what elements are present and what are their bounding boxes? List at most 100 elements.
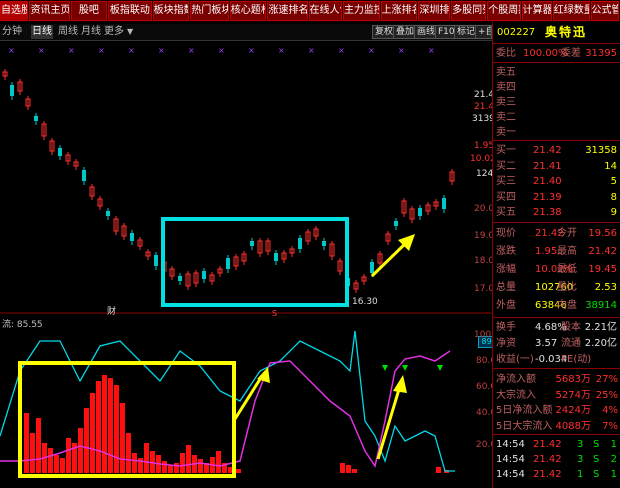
marker-x: × (338, 46, 345, 55)
nav-button[interactable]: 深圳排名 (418, 1, 451, 21)
flow-pct: 4% (602, 405, 618, 416)
nav-button[interactable]: 板块指数 (152, 1, 190, 21)
nav-button[interactable]: 多股同列 (451, 1, 487, 21)
volume-bar (144, 443, 149, 473)
stat-value: 1.95 (535, 246, 558, 257)
volume-bar (48, 448, 53, 473)
flow-label: 5日大宗流入 (496, 420, 553, 432)
nav-button[interactable]: 股吧 (70, 1, 108, 21)
volume-bar (30, 433, 35, 473)
volume-bar (90, 393, 95, 473)
volume-bar (96, 381, 101, 473)
stat-value: 3.57 (535, 338, 558, 349)
tick-side: S (593, 454, 600, 465)
stat-label: 最高 (557, 246, 577, 257)
volume-bar (236, 469, 241, 473)
marker-x: × (128, 46, 135, 55)
candle (34, 116, 38, 121)
stock-code: 002227 (497, 27, 536, 38)
sell-level-label: 卖二 (496, 112, 516, 123)
flow-value: 5683万 (555, 374, 591, 385)
period-minute[interactable]: 分钟 (2, 25, 22, 39)
volume-bar (66, 438, 71, 473)
nav-button[interactable]: 核心题材 (229, 1, 267, 21)
nav-button[interactable]: 公式管理 (590, 1, 619, 21)
buy-volume: 8 (610, 191, 617, 203)
tick-time: 14:54 (496, 469, 525, 480)
stock-name: 奥特迅 (545, 25, 588, 39)
tick-count: 1 (610, 469, 617, 480)
marker-x: × (308, 46, 315, 55)
nav-button[interactable]: 板指联动 (108, 1, 152, 21)
nav-button[interactable]: 资讯主页 (29, 1, 70, 21)
buy-level-label: 买三 (496, 176, 516, 187)
buy-level-label: 买五 (496, 207, 516, 218)
stat-label: 涨跌 (496, 246, 516, 257)
trend-arrow-lower (376, 375, 407, 460)
tick-side: S (593, 469, 600, 480)
tick-count: 1 (610, 439, 617, 450)
period-more-dropdown-icon[interactable]: ▼ (127, 25, 133, 39)
volume-bar (60, 458, 65, 473)
period-weekly[interactable]: 周线 (58, 25, 78, 39)
main-chart[interactable]: × × × × × × × × × × × × × × × 16.30 财 S 流: 85.55 (0, 41, 492, 488)
stat-label: 最低 (557, 264, 577, 275)
volume-bar (216, 451, 221, 473)
period-more[interactable]: 更多 (104, 25, 124, 39)
volume-bar (84, 408, 89, 473)
candle (418, 208, 422, 216)
sell-level-label: 卖一 (496, 127, 516, 138)
buy-price: 21.38 (533, 207, 562, 218)
candle (274, 253, 278, 261)
indicator-title: 流: 85.55 (2, 318, 43, 330)
weibi-label: 委比 (496, 48, 516, 59)
indicator-panel (0, 330, 455, 473)
low-price-label: 16.30 (352, 297, 378, 307)
nav-button[interactable]: 热门板块 (190, 1, 229, 21)
volume-bar (352, 469, 357, 473)
candlestick-series: × × × × × × × × × × × × × × × (2, 46, 455, 293)
stat-label: 股本 (561, 322, 581, 333)
stat-label: 量比 (557, 282, 577, 293)
tick-volume: 3 (577, 439, 584, 450)
volume-bar (36, 418, 41, 473)
stat-label: 外盘 (496, 300, 516, 311)
nav-button[interactable]: 主力监控 (342, 1, 380, 21)
flow-value: 5274万 (555, 389, 591, 401)
nav-button[interactable]: 红绿数量 (552, 1, 590, 21)
stat-value: 38914 (585, 300, 617, 311)
stat-value: 2.21亿 (584, 322, 617, 333)
nav-button[interactable]: 上涨排名 (380, 1, 418, 21)
flow-value: 4088万 (555, 420, 591, 432)
nav-button[interactable]: 自选股 (0, 1, 29, 21)
candle (226, 258, 230, 269)
volume-bar (346, 465, 351, 473)
marker-x: × (398, 46, 405, 55)
flow-pct: 25% (595, 389, 618, 401)
marker-x: × (248, 46, 255, 55)
stat-value: 19.56 (588, 228, 617, 239)
quote-panel: 002227 奥特迅 委比 100.00% 委差 31395 卖五 卖四 卖三 卖二卖… (492, 22, 620, 488)
add-favorite-button[interactable]: +自选 (475, 25, 492, 39)
period-monthly[interactable]: 月线 (81, 25, 101, 39)
marker-x: × (158, 46, 165, 55)
volume-bar (436, 467, 441, 473)
tick-time: 14:54 (496, 439, 525, 450)
volume-bar (198, 459, 203, 473)
period-daily[interactable]: 日线 (31, 25, 53, 39)
flow-label: 大宗流入 (496, 389, 536, 401)
stat-value: 2.20亿 (584, 338, 617, 349)
stat-value: 21.42 (588, 246, 617, 257)
buy-volume: 31358 (585, 145, 617, 156)
nav-button[interactable]: 在线人气 (308, 1, 342, 21)
volume-bar (180, 453, 185, 473)
volume-bar (78, 428, 83, 473)
nav-button[interactable]: 计算器 (521, 1, 552, 21)
marker-x: × (278, 46, 285, 55)
axis-label: 124 (476, 169, 494, 179)
buy-level-label: 买二 (496, 160, 516, 172)
buy-level-label: 买一 (496, 145, 516, 156)
nav-button[interactable]: 个股周期 (487, 1, 521, 21)
tick-price: 21.42 (533, 439, 562, 450)
nav-button[interactable]: 涨速排名 (267, 1, 308, 21)
